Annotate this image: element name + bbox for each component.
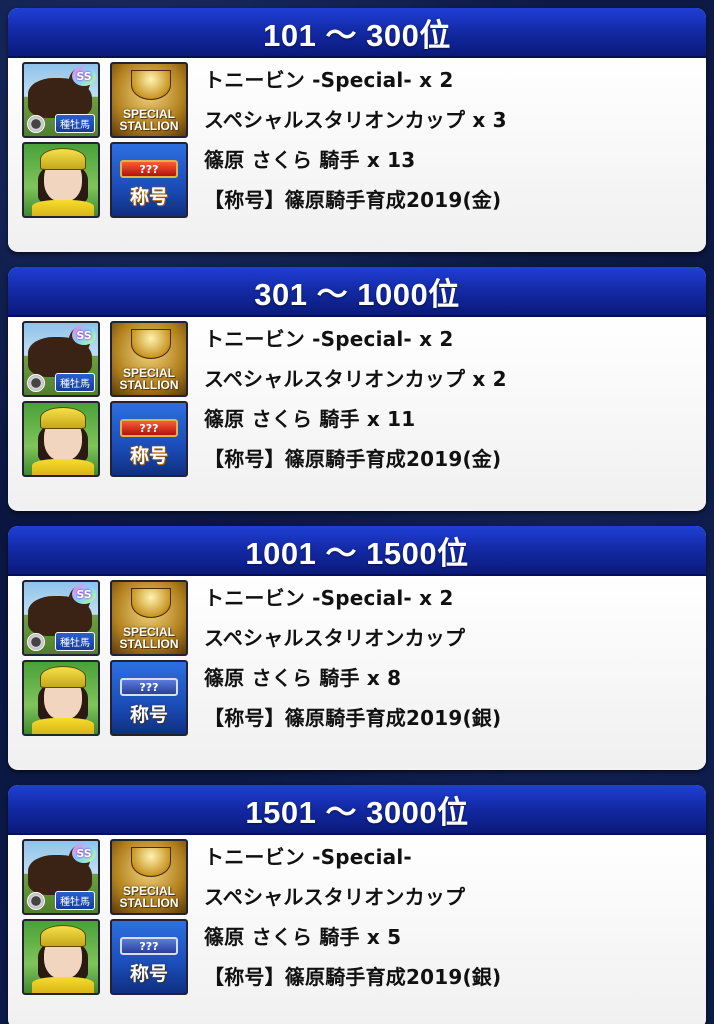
title-badge-icon[interactable]: ??? 称号 (110, 660, 188, 736)
rank-range-header: 101 〜 300位 (8, 8, 706, 58)
horseshoe-icon (27, 374, 45, 392)
stallion-label: 種牡馬 (55, 114, 95, 133)
rank-range-header: 1001 〜 1500位 (8, 526, 706, 576)
reward-item: トニービン -Special- x 2 (204, 327, 454, 351)
trophy-icon (131, 70, 171, 100)
title-badge-icon[interactable]: ??? 称号 (110, 919, 188, 995)
reward-card-body: SS 種牡馬 SPECIAL STALLION ??? 称号 トニービン -Sp… (8, 835, 706, 1024)
rank-range-header: 1501 〜 3000位 (8, 785, 706, 835)
title-badge-icon[interactable]: ??? 称号 (110, 142, 188, 218)
title-question-plate: ??? (120, 160, 178, 178)
special-stallion-cup-icon[interactable]: SPECIAL STALLION (110, 839, 188, 915)
ss-rank-badge: SS (72, 66, 96, 86)
trophy-icon (131, 329, 171, 359)
reward-item: 【称号】篠原騎手育成2019(金) (204, 447, 502, 471)
reward-card-body: SS 種牡馬 SPECIAL STALLION ??? 称号 トニービン -Sp… (8, 317, 706, 509)
reward-item: 篠原 さくら 騎手 x 8 (204, 666, 402, 690)
special-stallion-cup-icon[interactable]: SPECIAL STALLION (110, 580, 188, 656)
jockey-portrait-icon[interactable] (22, 660, 100, 736)
special-stallion-cup-icon[interactable]: SPECIAL STALLION (110, 321, 188, 397)
title-badge-icon[interactable]: ??? 称号 (110, 401, 188, 477)
title-question-plate: ??? (120, 419, 178, 437)
jockey-portrait-icon[interactable] (22, 142, 100, 218)
reward-item: スペシャルスタリオンカップ x 3 (204, 108, 507, 132)
rank-range-header: 301 〜 1000位 (8, 267, 706, 317)
reward-card: 101 〜 300位 SS 種牡馬 SPECIAL STALLION ??? 称… (8, 8, 706, 252)
reward-item: 篠原 さくら 騎手 x 5 (204, 925, 402, 949)
reward-item: 【称号】篠原騎手育成2019(銀) (204, 965, 502, 989)
title-kanji: 称号 (129, 445, 168, 467)
trophy-icon (131, 588, 171, 618)
reward-item: 【称号】篠原騎手育成2019(銀) (204, 706, 502, 730)
horse-icon[interactable]: SS 種牡馬 (22, 580, 100, 656)
title-kanji: 称号 (129, 186, 168, 208)
reward-item: トニービン -Special- x 2 (204, 586, 454, 610)
reward-list: トニービン -Special- x 2 スペシャルスタリオンカップ x 3 篠原… (204, 60, 696, 220)
reward-item: スペシャルスタリオンカップ (204, 885, 466, 909)
reward-item: 篠原 さくら 騎手 x 13 (204, 148, 416, 172)
reward-item: トニービン -Special- x 2 (204, 68, 454, 92)
special-stallion-cup-icon[interactable]: SPECIAL STALLION (110, 62, 188, 138)
reward-card-body: SS 種牡馬 SPECIAL STALLION ??? 称号 トニービン -Sp… (8, 58, 706, 250)
horse-icon[interactable]: SS 種牡馬 (22, 62, 100, 138)
title-kanji: 称号 (129, 963, 168, 985)
reward-item: スペシャルスタリオンカップ x 2 (204, 367, 507, 391)
horseshoe-icon (27, 115, 45, 133)
horse-icon[interactable]: SS 種牡馬 (22, 321, 100, 397)
title-kanji: 称号 (129, 704, 168, 726)
reward-card: 1501 〜 3000位 SS 種牡馬 SPECIAL STALLION ???… (8, 785, 706, 1024)
reward-list: トニービン -Special- x 2 スペシャルスタリオンカップ 篠原 さくら… (204, 578, 696, 738)
title-question-plate: ??? (120, 678, 178, 696)
jockey-portrait-icon[interactable] (22, 401, 100, 477)
ss-rank-badge: SS (72, 843, 96, 863)
reward-list: トニービン -Special- x 2 スペシャルスタリオンカップ x 2 篠原… (204, 319, 696, 479)
reward-card: 1001 〜 1500位 SS 種牡馬 SPECIAL STALLION ???… (8, 526, 706, 770)
reward-item: スペシャルスタリオンカップ (204, 626, 466, 650)
horseshoe-icon (27, 633, 45, 651)
jockey-portrait-icon[interactable] (22, 919, 100, 995)
reward-card: 301 〜 1000位 SS 種牡馬 SPECIAL STALLION ??? … (8, 267, 706, 511)
reward-item: 篠原 さくら 騎手 x 11 (204, 407, 416, 431)
reward-item: 【称号】篠原騎手育成2019(金) (204, 188, 502, 212)
ss-rank-badge: SS (72, 325, 96, 345)
horse-icon[interactable]: SS 種牡馬 (22, 839, 100, 915)
ss-rank-badge: SS (72, 584, 96, 604)
stallion-label: 種牡馬 (55, 632, 95, 651)
trophy-icon (131, 847, 171, 877)
horseshoe-icon (27, 892, 45, 910)
stallion-label: 種牡馬 (55, 891, 95, 910)
reward-item: トニービン -Special- (204, 845, 412, 869)
title-question-plate: ??? (120, 937, 178, 955)
reward-list: トニービン -Special- スペシャルスタリオンカップ 篠原 さくら 騎手 … (204, 837, 696, 997)
reward-card-body: SS 種牡馬 SPECIAL STALLION ??? 称号 トニービン -Sp… (8, 576, 706, 768)
stallion-label: 種牡馬 (55, 373, 95, 392)
